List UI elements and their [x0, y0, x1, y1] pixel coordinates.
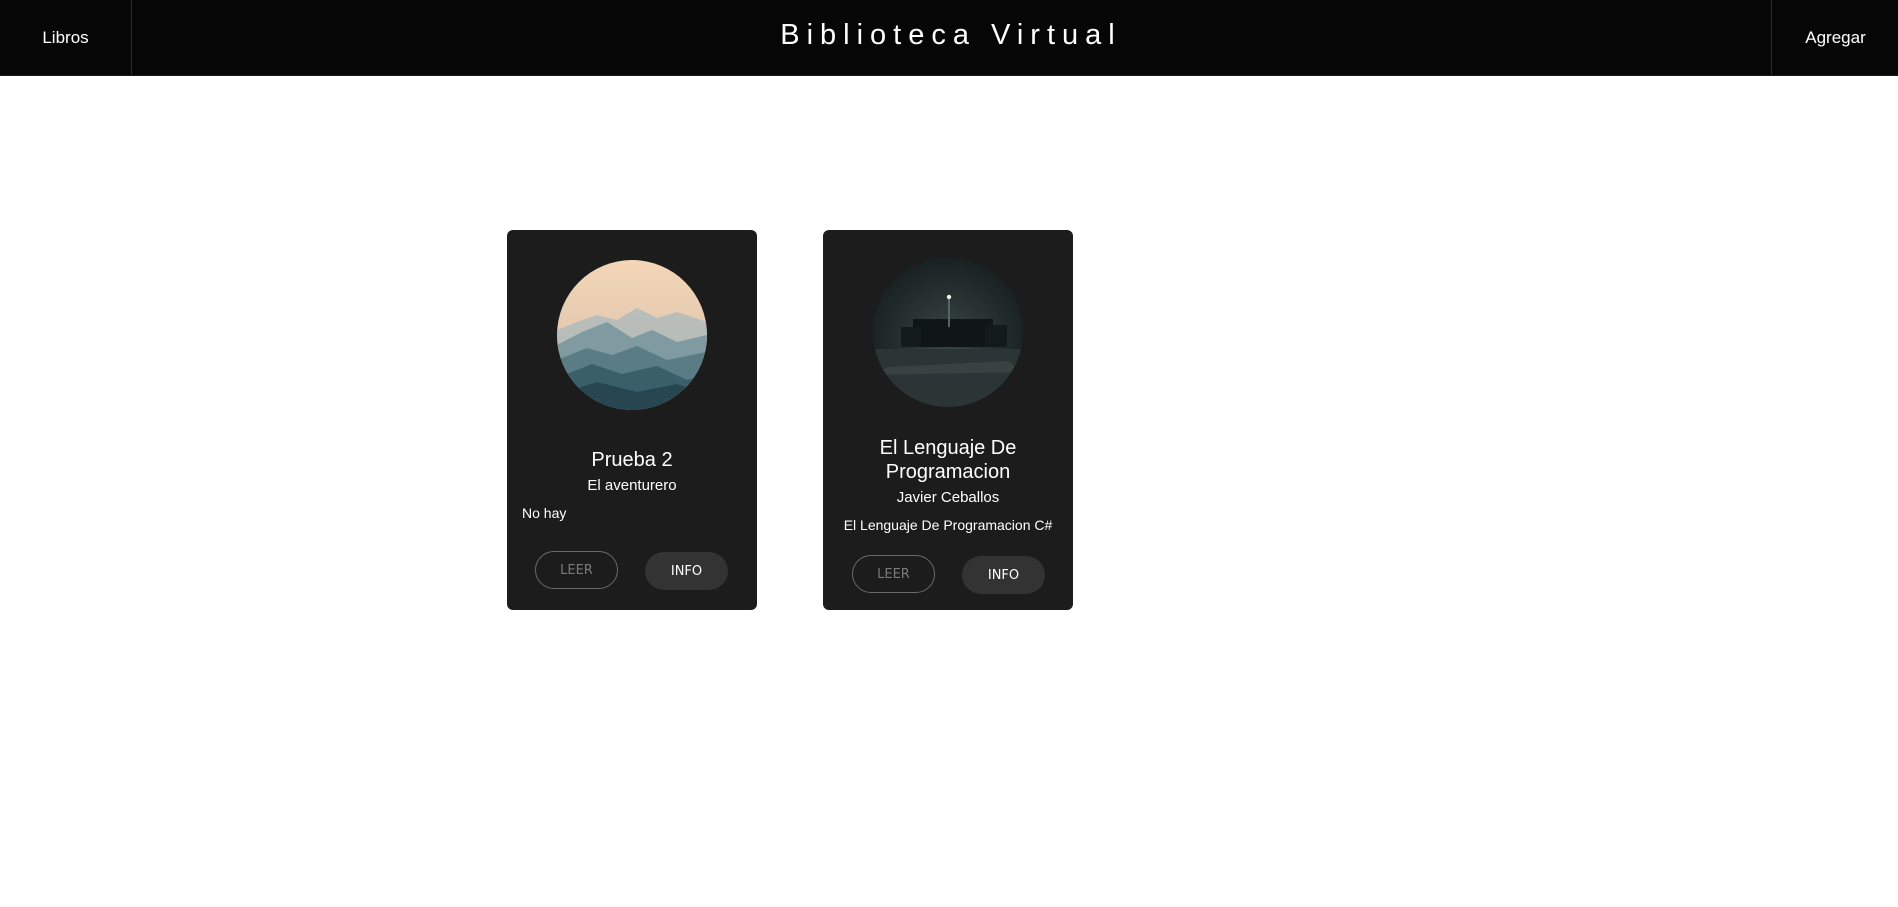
nav-link-libros[interactable]: Libros — [0, 0, 132, 75]
book-cover-image — [873, 257, 1023, 407]
book-card: Prueba 2 El aventurero No hay LEER INFO — [507, 230, 757, 610]
info-button[interactable]: INFO — [962, 556, 1045, 594]
book-title: Prueba 2 — [591, 449, 673, 471]
top-navbar: Libros Biblioteca Virtual Agregar — [0, 0, 1898, 76]
book-title: El Lenguaje De Programacion — [879, 437, 1017, 483]
night-street-image — [873, 257, 1023, 407]
mountains-image — [557, 260, 707, 410]
book-description: El Lenguaje De Programacion C# — [843, 517, 1053, 533]
nav-link-agregar[interactable]: Agregar — [1771, 0, 1898, 75]
info-button[interactable]: INFO — [645, 552, 728, 590]
book-card: El Lenguaje De Programacion Javier Cebal… — [823, 230, 1073, 610]
read-button[interactable]: LEER — [535, 551, 618, 589]
book-author: El aventurero — [587, 477, 677, 494]
read-button[interactable]: LEER — [852, 555, 935, 593]
site-title[interactable]: Biblioteca Virtual — [131, 0, 1771, 70]
book-cover-image — [557, 260, 707, 410]
book-description: No hay — [522, 505, 567, 521]
book-author: Javier Ceballos — [896, 489, 1000, 506]
